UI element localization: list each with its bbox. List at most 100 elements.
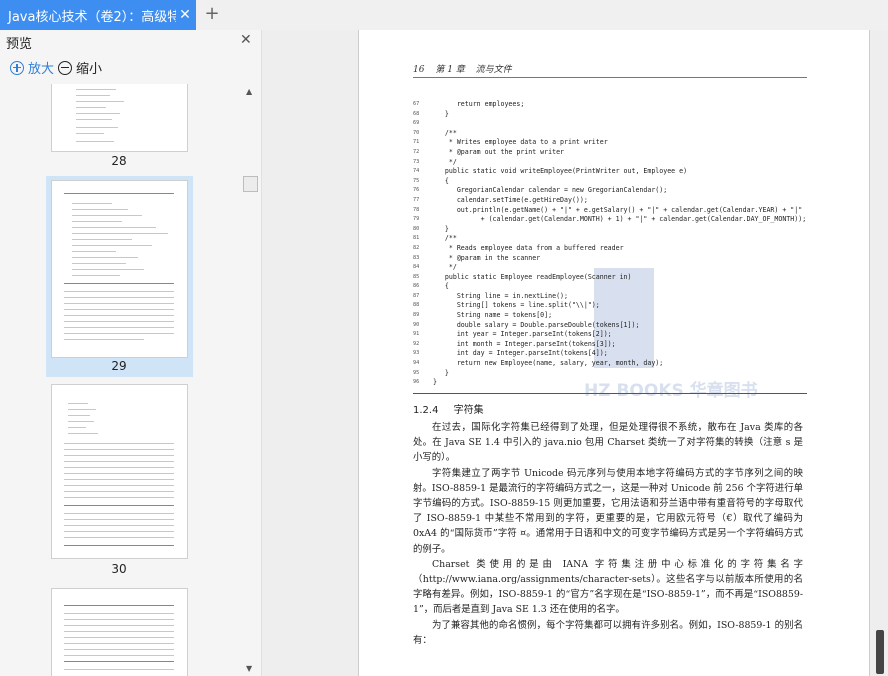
code-line: 70 /** xyxy=(413,129,807,139)
code-line: 75 { xyxy=(413,177,807,187)
code-line: 89 String name = tokens[0]; xyxy=(413,311,807,321)
code-line-number: 94 xyxy=(413,360,420,367)
code-line: 82 * Reads employee data from a buffered… xyxy=(413,244,807,254)
code-line: 84 */ xyxy=(413,263,807,273)
code-line-number: 82 xyxy=(413,244,420,251)
code-line-text: } xyxy=(433,224,449,233)
code-line-text: { xyxy=(433,282,449,291)
code-line: 93 int day = Integer.parseInt(tokens[4])… xyxy=(413,349,807,359)
code-line: 90 double salary = Double.parseDouble(to… xyxy=(413,321,807,331)
code-line: 67 return employees; xyxy=(413,100,807,110)
code-line: 88 String[] tokens = line.split("\\|"); xyxy=(413,301,807,311)
code-bottom-rule xyxy=(413,393,807,394)
code-line: 92 int month = Integer.parseInt(tokens[3… xyxy=(413,340,807,350)
page-thumbnail-31[interactable] xyxy=(51,588,188,676)
code-line-number: 79 xyxy=(413,216,420,223)
code-line: 78 out.println(e.getName() + "|" + e.get… xyxy=(413,206,807,216)
scroll-thumb[interactable] xyxy=(243,176,258,192)
code-line-number: 73 xyxy=(413,158,420,165)
code-line-number: 90 xyxy=(413,321,420,328)
thumbnail-label: 30 xyxy=(111,562,127,576)
paragraph: 为了兼容其他的命名惯例，每个字符集都可以拥有许多别名。例如，ISO-8859-1… xyxy=(413,619,803,646)
code-line-number: 93 xyxy=(413,350,420,357)
code-line-number: 88 xyxy=(413,302,420,309)
scroll-down-icon[interactable]: ▼ xyxy=(246,664,252,673)
document-view[interactable]: 16 第 1 章 流与文件 HZ BOOKS 华章图书 67 return em… xyxy=(262,30,888,676)
chapter-title: 流与文件 xyxy=(475,65,512,75)
code-line-text: + (calendar.get(Calendar.MONTH) + 1) + "… xyxy=(433,215,807,224)
page-thumbnail-30[interactable] xyxy=(51,384,188,559)
code-line-text: int day = Integer.parseInt(tokens[4]); xyxy=(433,349,608,358)
code-line-text: String name = tokens[0]; xyxy=(433,311,553,320)
page-number: 16 xyxy=(413,65,425,75)
code-line-number: 81 xyxy=(413,235,420,242)
code-line-number: 96 xyxy=(413,379,420,386)
running-head: 16 第 1 章 流与文件 xyxy=(413,62,807,78)
code-line-number: 72 xyxy=(413,148,420,155)
new-tab-button[interactable]: + xyxy=(202,3,222,25)
code-line-text: */ xyxy=(433,263,457,272)
code-line-text: GregorianCalendar calendar = new Gregori… xyxy=(433,186,668,195)
code-line: 96} xyxy=(413,378,807,388)
code-line-text: * @param in the scanner xyxy=(433,253,541,262)
code-line-number: 84 xyxy=(413,264,420,271)
zoom-in-button[interactable]: 放大 xyxy=(10,58,54,77)
code-line-text: double salary = Double.parseDouble(token… xyxy=(433,320,640,329)
page-thumbnail-29[interactable] xyxy=(51,180,188,358)
code-line-text: * Reads employee data from a buffered re… xyxy=(433,243,624,252)
code-line-text: } xyxy=(433,378,437,387)
code-line-text: public static Employee readEmployee(Scan… xyxy=(433,272,632,281)
zoom-toolbar: 放大 缩小 xyxy=(0,54,261,82)
document-scroll-thumb[interactable] xyxy=(876,630,884,674)
code-line-number: 78 xyxy=(413,206,420,213)
code-line: 83 * @param in the scanner xyxy=(413,254,807,264)
code-line-number: 68 xyxy=(413,110,420,117)
sidebar-header: 预览 ✕ xyxy=(0,30,261,52)
code-line-number: 80 xyxy=(413,225,420,232)
code-line: 73 */ xyxy=(413,158,807,168)
code-line-number: 83 xyxy=(413,254,420,261)
code-listing: 67 return employees; 68 } 69 70 /** 71 * Wri… xyxy=(413,100,807,388)
scroll-up-icon[interactable]: ▲ xyxy=(246,87,252,96)
code-line-number: 67 xyxy=(413,101,420,107)
section-number: 1.2.4 xyxy=(413,405,439,416)
code-line-text: return employees; xyxy=(433,100,525,108)
zoom-out-button[interactable]: 缩小 xyxy=(58,58,102,77)
code-line: 68 } xyxy=(413,110,807,120)
code-line-text: } xyxy=(433,368,449,377)
code-line-text: * Writes employee data to a print writer xyxy=(433,138,608,147)
code-line: 91 int year = Integer.parseInt(tokens[2]… xyxy=(413,330,807,340)
zoom-out-label: 缩小 xyxy=(76,62,103,77)
code-line: 77 calendar.setTime(e.getHireDay()); xyxy=(413,196,807,206)
code-line-number: 89 xyxy=(413,312,420,319)
code-line: 86 { xyxy=(413,282,807,292)
code-line-text: calendar.setTime(e.getHireDay()); xyxy=(433,195,588,204)
paragraph: Charset 类使用的是由 IANA 字符集注册中心标准化的字符集名字（htt… xyxy=(413,558,803,616)
page-thumbnail-28[interactable] xyxy=(51,84,188,152)
code-line-text: out.println(e.getName() + "|" + e.getSal… xyxy=(433,205,803,214)
code-line-number: 85 xyxy=(413,273,420,280)
zoom-in-icon xyxy=(10,60,24,75)
code-line-text: */ xyxy=(433,157,457,166)
tab-close-icon[interactable]: ✕ xyxy=(176,7,194,23)
section-heading: 1.2.4 字符集 xyxy=(413,401,496,416)
thumbnail-list: 28 29 30 xyxy=(0,84,240,676)
code-line: 95 } xyxy=(413,369,807,379)
code-line-number: 74 xyxy=(413,168,420,175)
code-line-number: 92 xyxy=(413,340,420,347)
tab-title: Java核心技术（卷2）：高级特性 xyxy=(8,9,176,25)
code-line: 87 String line = in.nextLine(); xyxy=(413,292,807,302)
thumbnail-scrollbar[interactable]: ▲ ▼ xyxy=(242,84,259,676)
code-line: 72 * @param out the print writer xyxy=(413,148,807,158)
code-line-text: /** xyxy=(433,234,457,243)
code-line-number: 91 xyxy=(413,331,420,338)
code-line: 80 } xyxy=(413,225,807,235)
code-line: 74 public static void writeEmployee(Prin… xyxy=(413,167,807,177)
code-line-text: String line = in.nextLine(); xyxy=(433,291,568,300)
tab-bar: Java核心技术（卷2）：高级特性 ✕ + xyxy=(0,0,888,31)
code-line: 85 public static Employee readEmployee(S… xyxy=(413,273,807,283)
code-line-number: 77 xyxy=(413,196,420,203)
sidebar-close-icon[interactable]: ✕ xyxy=(240,32,252,48)
document-tab[interactable]: Java核心技术（卷2）：高级特性 ✕ xyxy=(0,0,196,30)
code-line: 81 /** xyxy=(413,234,807,244)
